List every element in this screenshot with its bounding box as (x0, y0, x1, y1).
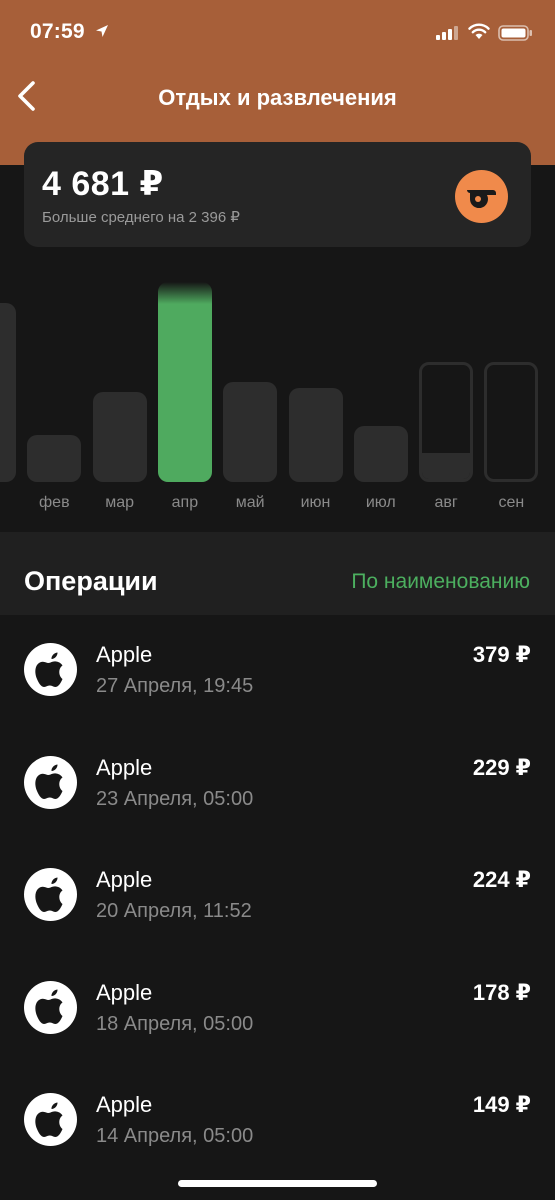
bar-column-8[interactable]: сен (484, 270, 539, 520)
operation-name: Apple (96, 1092, 153, 1117)
bar-column-2[interactable]: мар (92, 270, 147, 520)
operations-header: Операции По наименованию (0, 532, 555, 615)
list-item[interactable]: Apple 14 Апреля, 05:00 149 ₽ (0, 1065, 555, 1178)
operation-name: Apple (96, 754, 153, 780)
operation-name: Apple (96, 867, 153, 892)
summary-subtitle: Больше среднего на 2 396 ₽ (42, 209, 240, 226)
operation-date: 23 Апреля, 05:00 (96, 787, 254, 810)
chart-bar-fill (422, 453, 471, 479)
operation-name: Apple (96, 979, 153, 1005)
bar-column-3[interactable]: апр (157, 270, 212, 520)
chart-bar (484, 362, 539, 482)
list-item[interactable]: Apple 27 Апреля, 19:45 379 ₽ (0, 615, 555, 728)
summary-card: 4 681 ₽ Больше среднего на 2 396 ₽ (24, 142, 531, 247)
bar-column-1[interactable]: фев (27, 270, 82, 520)
page: 07:59 Отдых и развлечения 4 681 ₽ Больше… (0, 0, 555, 1200)
page-title: Отдых и развлечения (158, 85, 397, 110)
battery-icon (498, 25, 533, 46)
signal-icon (436, 26, 458, 45)
chart-tick-label: авг (434, 494, 458, 511)
apple-icon (24, 1093, 77, 1146)
chart-tick-label: в (0, 494, 16, 512)
chart-tick-label: мар (105, 494, 134, 511)
operation-amount: 224 ₽ (472, 867, 531, 892)
chart-bar (27, 435, 82, 482)
operation-amount: 178 ₽ (472, 979, 531, 1005)
chart-bar (223, 382, 278, 482)
list-item[interactable]: Apple 18 Апреля, 05:00 178 ₽ (0, 953, 555, 1066)
apple-icon (24, 868, 77, 921)
operation-date: 27 Апреля, 19:45 (96, 675, 254, 697)
status-bar: 07:59 (0, 0, 555, 66)
bar-column-7[interactable]: авг (419, 270, 474, 520)
chart-bar (92, 392, 147, 482)
whistle-icon (455, 170, 508, 223)
summary-amount: 4 681 ₽ (42, 165, 164, 203)
bar-column-6[interactable]: июл (353, 270, 408, 520)
header: 07:59 Отдых и развлечения (0, 0, 555, 165)
bar-column-0[interactable]: в (0, 270, 16, 520)
chart-tick-label: сен (498, 494, 525, 511)
operations-list: Apple 27 Апреля, 19:45 379 ₽ Apple 23 Ап… (0, 615, 555, 1178)
apple-icon (24, 755, 77, 809)
list-item[interactable]: Apple 23 Апреля, 05:00 229 ₽ (0, 728, 555, 841)
chart-bar (288, 388, 343, 482)
home-indicator (178, 1180, 377, 1187)
chart-tick-label: фев (39, 494, 70, 511)
chart-tick-label: май (235, 494, 265, 511)
status-time: 07:59 (30, 20, 85, 43)
monthly-chart: в фев мар апр май июн июл авг сен (0, 270, 555, 520)
chart-bar (0, 303, 16, 482)
operations-title: Операции (24, 566, 158, 596)
operation-date: 20 Апреля, 11:52 (96, 900, 252, 922)
chart-tick-label: июл (365, 494, 396, 511)
operation-amount: 149 ₽ (472, 1092, 531, 1117)
bar-column-4[interactable]: май (223, 270, 278, 520)
chart-bar (353, 426, 408, 482)
sort-by-name-link[interactable]: По наименованию (351, 570, 530, 594)
operation-amount: 229 ₽ (472, 754, 531, 780)
location-arrow-icon (95, 24, 109, 43)
chart-tick-label: апр (171, 494, 199, 511)
operation-date: 18 Апреля, 05:00 (96, 1012, 254, 1035)
list-item[interactable]: Apple 20 Апреля, 11:52 224 ₽ (0, 840, 555, 953)
chart-tick-label: июн (300, 494, 331, 511)
chart-bar (157, 282, 212, 482)
wifi-icon (468, 23, 490, 45)
apple-icon (24, 980, 77, 1034)
operation-date: 14 Апреля, 05:00 (96, 1125, 254, 1147)
operation-name: Apple (96, 642, 153, 667)
operation-amount: 379 ₽ (472, 642, 531, 667)
chart-bar (419, 362, 474, 482)
apple-icon (24, 643, 77, 696)
bar-column-5[interactable]: июн (288, 270, 343, 520)
